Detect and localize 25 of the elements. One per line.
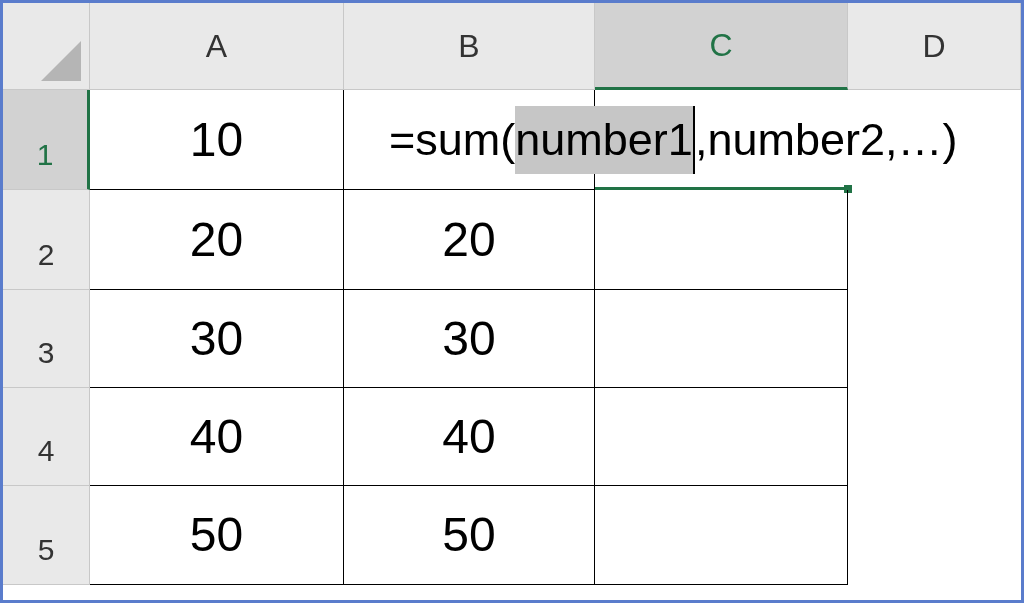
cell[interactable]: 40 [344,388,595,486]
cell[interactable]: 20 [344,190,595,290]
formula-text: =sum(number1,number2,…) [344,90,1021,190]
cell[interactable] [595,190,848,290]
cell[interactable] [595,388,848,486]
cell[interactable]: 20 [90,190,344,290]
fill-handle[interactable] [844,185,852,193]
cell[interactable] [595,486,848,585]
cell[interactable]: 30 [90,290,344,388]
cell[interactable]: 50 [344,486,595,585]
column-header[interactable]: B [344,3,595,90]
column-header[interactable]: C [595,3,848,90]
column-header[interactable]: A [90,3,344,90]
row-header[interactable]: 4 [3,388,90,486]
cell[interactable]: 10 [90,90,344,190]
row-header[interactable]: 5 [3,486,90,585]
cell[interactable]: 40 [90,388,344,486]
row-header[interactable]: 1 [3,90,90,190]
cell[interactable] [595,290,848,388]
select-all-icon[interactable] [41,41,81,81]
row-header[interactable]: 2 [3,190,90,290]
cell[interactable]: 30 [344,290,595,388]
cell[interactable]: 50 [90,486,344,585]
row-header[interactable]: 3 [3,290,90,388]
column-header[interactable]: D [848,3,1021,90]
